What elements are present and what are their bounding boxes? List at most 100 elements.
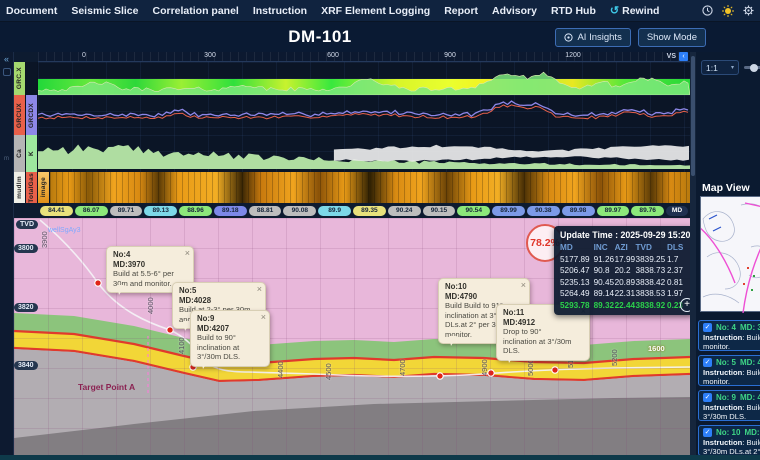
update-time-value: 2025-09-29 15:20:06 [620,230,690,240]
vs-ruler: 0 300 600 900 1200 VS ‹ [38,52,690,62]
close-icon[interactable]: × [257,284,262,295]
show-mode-button[interactable]: Show Mode [638,28,706,47]
menu-item-rewind[interactable]: ↺Rewind [610,4,660,17]
menu-item-correlation-panel[interactable]: Correlation panel [152,5,238,17]
dip-pill[interactable]: 89.13 [144,206,177,216]
dip-pill[interactable]: 88.81 [249,206,282,216]
curve-label-ca[interactable]: Ca [14,135,26,172]
dip-pill[interactable]: 90.24 [388,206,421,216]
menu-item-rtd-hub[interactable]: RTD Hub [551,5,596,17]
slider-knob[interactable] [750,64,758,72]
md-path-label: 3900 [40,231,49,248]
dip-pill[interactable]: 89.98 [562,206,595,216]
dip-pill[interactable]: 90.15 [423,206,456,216]
mini-panel-box[interactable] [3,68,11,76]
md-path-label: 4700 [398,359,407,376]
instruction-card-5[interactable]: ✓No: 5MD: 4028 Instruction: Build at 2-3… [698,355,760,386]
theme-sun-icon[interactable] [722,5,734,17]
track-ca-k[interactable]: Ca K [14,135,690,172]
md-path-label: 4900 [480,359,489,376]
dip-pill[interactable]: 89.35 [353,206,386,216]
title-bar: DM-101 AI Insights Show Mode [0,22,760,52]
track-ca-k-plot [38,135,690,172]
dip-pill[interactable]: 89.99 [492,206,525,216]
clock-icon[interactable] [702,5,713,16]
depth-tick: 3820 [14,303,38,312]
curve-label-mudlm[interactable]: mudlm [14,172,26,203]
dip-value-strip: 84.41 86.07 89.71 89.13 88.96 89.18 88.8… [38,203,690,218]
curve-label-spacer [26,62,38,95]
scrollbar-thumb[interactable] [691,56,695,176]
checkbox-checked[interactable]: ✓ [703,393,712,402]
map-view-title: Map View [702,182,750,194]
dip-pill[interactable]: 90.54 [457,206,490,216]
depth-tick: 3840 [14,361,38,370]
track-grcux-grcdx[interactable]: GRCUX GRCDX [14,95,690,135]
menu-item-instruction[interactable]: Instruction [253,5,307,17]
close-icon[interactable]: × [185,248,190,259]
dip-pill[interactable]: 88.96 [179,206,212,216]
menubar-icons [702,5,754,17]
md-path-label: 5200 [610,349,619,366]
dip-pill[interactable]: 86.07 [75,206,108,216]
dip-pill[interactable]: 90.38 [527,206,560,216]
curve-label-grcx[interactable]: GRC.X [14,62,26,95]
instruction-card-4[interactable]: ✓No: 4MD: 3970 Instruction: Build at 5.5… [698,320,760,351]
menu-bar: Document Seismic Slice Correlation panel… [0,0,760,22]
map-view-thumbnail[interactable] [700,196,760,312]
instruction-callout-9[interactable]: No:9 MD:4207 Build to 90° inclination at… [190,310,270,367]
menu-item-report[interactable]: Report [444,5,478,17]
bottom-status-strip [0,455,760,460]
close-icon[interactable]: × [261,312,266,323]
curve-label-grcux[interactable]: GRCUX [14,95,26,135]
track-totalgas-image[interactable]: mudlm TotalGas image [14,172,690,203]
gr-curve [38,62,690,95]
right-panel: 1:1 ▾ Map View [696,52,760,455]
left-strip-text: m [0,156,13,162]
target-point-label: Target Point A [78,382,135,392]
settings-gear-icon[interactable] [743,5,754,16]
close-icon[interactable]: × [521,280,526,291]
ruler-collapse-icon[interactable]: ‹ [679,52,688,61]
zoom-in-button[interactable]: + [680,298,690,312]
curve-label-totalgas[interactable]: TotalGas [26,172,38,203]
curve-label-image[interactable]: image [38,172,50,203]
dip-pill[interactable]: 84.41 [40,206,73,216]
track-gr[interactable]: GRC.X [14,62,690,95]
dip-pill[interactable]: 90.08 [283,206,316,216]
curve-label-k[interactable]: K [26,135,38,172]
ai-insights-button[interactable]: AI Insights [555,28,630,47]
instruction-card-9[interactable]: ✓No: 9MD: 4207 Instruction: Build to 90°… [698,390,760,421]
survey-row: 5206.4790.820.23838.732.37 [560,266,688,275]
vs-axis-label: VS [667,53,676,60]
ca-k-curves [38,135,690,172]
menu-item-document[interactable]: Document [6,5,57,17]
rewind-icon: ↺ [610,4,619,17]
dip-pill[interactable]: 89.18 [214,206,247,216]
geosteering-app: Document Seismic Slice Correlation panel… [0,0,760,460]
instruction-card-list: ✓No: 4MD: 3970 Instruction: Build at 5.5… [698,320,760,455]
dip-pill[interactable]: 89.76 [631,206,664,216]
update-time-label: Update Time : [560,230,618,240]
collapse-chevron-icon[interactable]: « [0,54,13,64]
scale-dropdown[interactable]: 1:1 ▾ [701,60,739,75]
gas-image-log [50,172,690,203]
menu-item-seismic-slice[interactable]: Seismic Slice [71,5,138,17]
menu-item-advisory[interactable]: Advisory [492,5,537,17]
md-path-label: 5000 [526,359,535,376]
zoom-slider[interactable] [744,66,760,69]
checkbox-checked[interactable]: ✓ [703,358,712,367]
dip-pill[interactable]: 89.71 [110,206,143,216]
checkbox-checked[interactable]: ✓ [703,428,712,437]
dip-pill[interactable]: 89.9 [318,206,351,216]
grc-curves [38,95,690,135]
dip-pill[interactable]: 89.97 [597,206,630,216]
md-path-label: 4000 [146,297,155,314]
cross-section-view[interactable]: TVD 3800 3820 3840 wellSgAy3 3900 4000 4… [14,218,690,455]
menu-item-xrf-element-logging[interactable]: XRF Element Logging [321,5,430,17]
vs-marker-label: 1600 [648,344,665,353]
checkbox-checked[interactable]: ✓ [703,323,712,332]
instruction-card-10[interactable]: ✓No: 10MD: 4790 Instruction: Build Build… [698,425,760,455]
curve-label-grcdx[interactable]: GRCDX [26,95,38,135]
survey-row: 5177.8991.2617.993839.251.7 [560,255,688,264]
